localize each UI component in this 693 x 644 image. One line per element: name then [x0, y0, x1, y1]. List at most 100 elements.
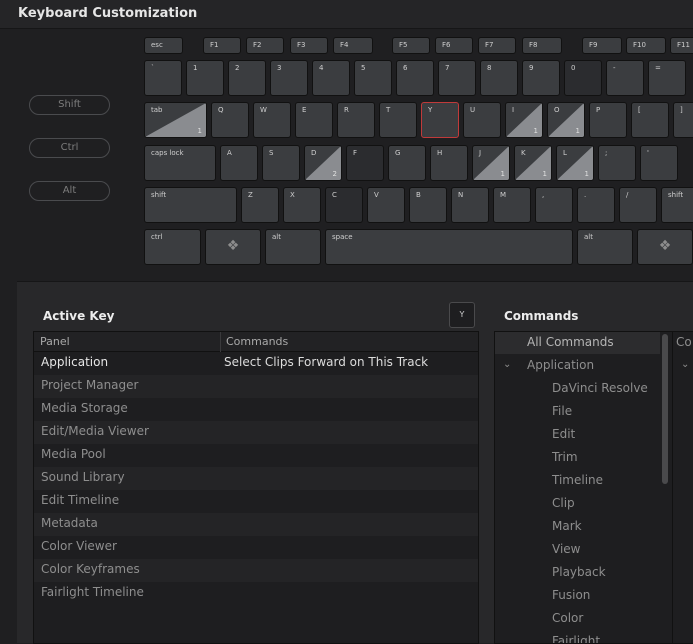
key[interactable]: N [451, 187, 489, 223]
key[interactable]: F6 [435, 37, 473, 54]
tree-item[interactable]: DaVinci Resolve [552, 381, 648, 395]
key[interactable]: Y [421, 102, 459, 138]
key[interactable]: F2 [246, 37, 284, 54]
table-row[interactable]: Metadata [34, 513, 478, 536]
key[interactable]: A [220, 145, 258, 181]
chevron-down-icon[interactable]: ⌄ [503, 359, 511, 370]
key[interactable]: ` [144, 60, 182, 96]
key[interactable]: S [262, 145, 300, 181]
table-row[interactable]: Project Manager [34, 375, 478, 398]
key[interactable]: ctrl [144, 229, 201, 265]
key[interactable]: 1O [547, 102, 585, 138]
key[interactable]: F4 [333, 37, 373, 54]
key[interactable]: , [535, 187, 573, 223]
chevron-down-icon[interactable]: ⌄ [681, 359, 689, 370]
key[interactable]: 6 [396, 60, 434, 96]
key[interactable]: 9 [522, 60, 560, 96]
key[interactable]: Z [241, 187, 279, 223]
key[interactable]: Q [211, 102, 249, 138]
key[interactable]: C [325, 187, 363, 223]
tree-item[interactable]: Edit [552, 427, 575, 441]
table-row[interactable]: Color Viewer [34, 536, 478, 559]
tree-item[interactable]: Trim [552, 450, 578, 464]
key[interactable]: E [295, 102, 333, 138]
alt-modifier-button[interactable]: Alt [29, 181, 110, 201]
key[interactable]: ❖ [637, 229, 693, 265]
key[interactable]: ; [598, 145, 636, 181]
key[interactable]: shift [661, 187, 693, 223]
key[interactable]: F7 [478, 37, 516, 54]
key[interactable]: space [325, 229, 573, 265]
tree-item[interactable]: Timeline [552, 473, 603, 487]
key[interactable]: caps lock [144, 145, 216, 181]
key[interactable]: 4 [312, 60, 350, 96]
key[interactable]: B [409, 187, 447, 223]
key[interactable]: 1J [472, 145, 510, 181]
key[interactable]: esc [144, 37, 183, 54]
table-row[interactable]: Color Keyframes [34, 559, 478, 582]
key[interactable]: 2D [304, 145, 342, 181]
table-row[interactable]: Media Pool [34, 444, 478, 467]
key[interactable]: H [430, 145, 468, 181]
column-header-commands[interactable]: Commands [226, 335, 288, 348]
active-key-button[interactable]: Y [449, 302, 475, 328]
key[interactable]: 1L [556, 145, 594, 181]
key[interactable]: F9 [582, 37, 622, 54]
key[interactable]: M [493, 187, 531, 223]
key[interactable]: F10 [626, 37, 666, 54]
key[interactable]: ❖ [205, 229, 261, 265]
key[interactable]: W [253, 102, 291, 138]
tree-item[interactable]: Fusion [552, 588, 590, 602]
tree-item[interactable]: Mark [552, 519, 582, 533]
key[interactable]: - [606, 60, 644, 96]
key[interactable]: alt [577, 229, 633, 265]
key[interactable]: alt [265, 229, 321, 265]
key[interactable]: shift [144, 187, 237, 223]
key[interactable]: F3 [290, 37, 328, 54]
key[interactable]: F8 [522, 37, 562, 54]
key[interactable]: U [463, 102, 501, 138]
table-row[interactable]: Sound Library [34, 467, 478, 490]
key[interactable]: P [589, 102, 627, 138]
key[interactable]: = [648, 60, 686, 96]
key[interactable]: X [283, 187, 321, 223]
table-row[interactable]: Edit/Media Viewer [34, 421, 478, 444]
table-row[interactable]: Edit Timeline [34, 490, 478, 513]
key[interactable]: F1 [203, 37, 241, 54]
tree-item[interactable]: File [552, 404, 572, 418]
key[interactable]: 0 [564, 60, 602, 96]
key[interactable]: F5 [392, 37, 430, 54]
key[interactable]: ] [673, 102, 693, 138]
key[interactable]: 2 [228, 60, 266, 96]
key[interactable]: G [388, 145, 426, 181]
key[interactable]: 3 [270, 60, 308, 96]
key[interactable]: F11 [670, 37, 693, 54]
key[interactable]: 8 [480, 60, 518, 96]
shift-modifier-button[interactable]: Shift [29, 95, 110, 115]
key[interactable]: T [379, 102, 417, 138]
column-divider[interactable] [220, 332, 221, 352]
key[interactable]: F [346, 145, 384, 181]
tree-item[interactable]: Clip [552, 496, 575, 510]
key[interactable]: . [577, 187, 615, 223]
all-commands-row[interactable]: All Commands [495, 332, 660, 354]
key[interactable]: 5 [354, 60, 392, 96]
key[interactable]: 1 tab [144, 102, 207, 138]
key[interactable]: / [619, 187, 657, 223]
table-row[interactable]: Fairlight Timeline [34, 582, 478, 605]
tree-item[interactable]: View [552, 542, 580, 556]
column-header-panel[interactable]: Panel [40, 335, 70, 348]
key[interactable]: V [367, 187, 405, 223]
key[interactable]: R [337, 102, 375, 138]
key[interactable]: [ [631, 102, 669, 138]
table-row[interactable]: Application Select Clips Forward on This … [34, 352, 478, 375]
tree-item[interactable]: Playback [552, 565, 606, 579]
tree-group-application[interactable]: Application [527, 358, 594, 372]
key[interactable]: 1I [505, 102, 543, 138]
key[interactable]: 1 [186, 60, 224, 96]
scrollbar[interactable] [662, 334, 668, 484]
ctrl-modifier-button[interactable]: Ctrl [29, 138, 110, 158]
key[interactable]: 1K [514, 145, 552, 181]
key[interactable]: 7 [438, 60, 476, 96]
tree-item[interactable]: Color [552, 611, 583, 625]
